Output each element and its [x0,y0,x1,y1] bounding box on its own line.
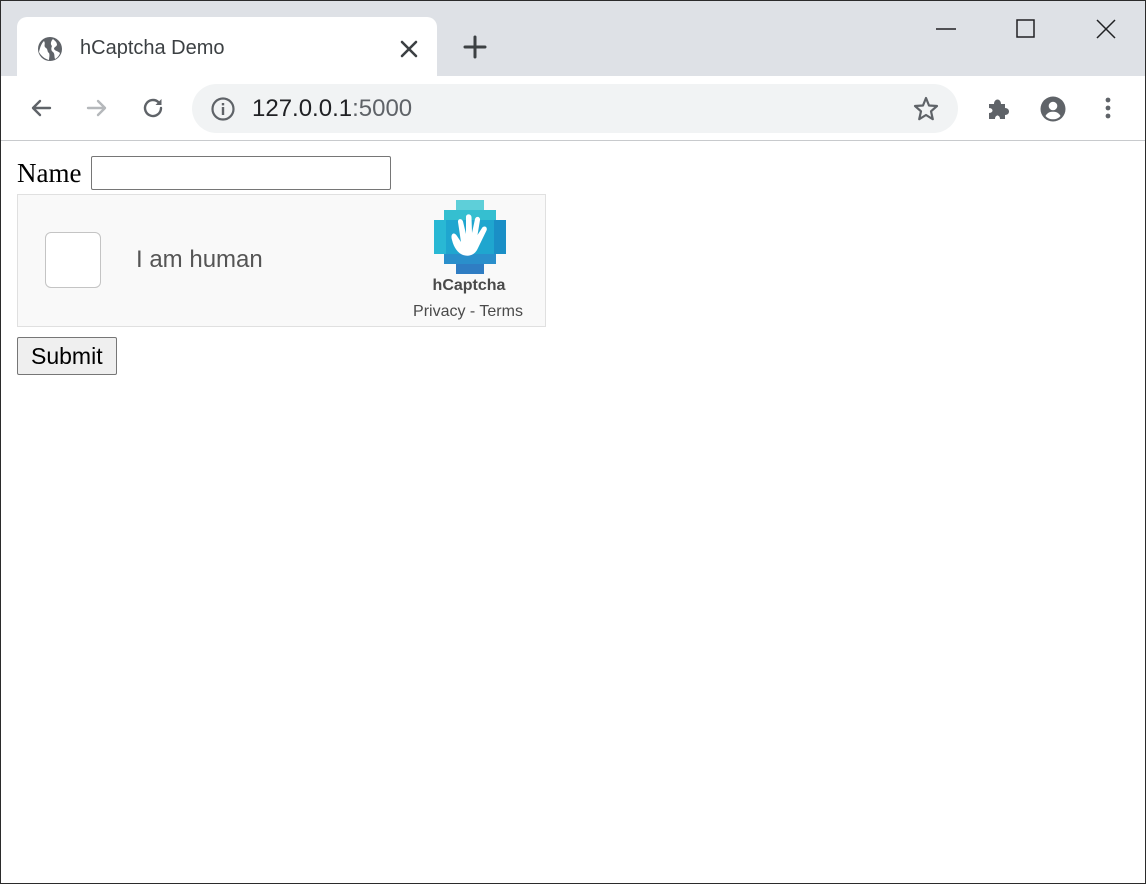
address-bar[interactable]: 127.0.0.1:5000 [192,84,958,133]
minimize-button[interactable] [916,9,976,49]
human-checkbox[interactable] [45,232,101,288]
url-text: 127.0.0.1:5000 [252,95,412,123]
url-host: 127.0.0.1 [252,95,353,122]
extensions-button[interactable] [977,88,1017,128]
maximize-icon [1016,19,1035,38]
forward-button[interactable] [77,88,117,128]
hcaptcha-brand-text: hCaptcha [432,277,506,294]
close-window-button[interactable] [1076,9,1136,49]
hcaptcha-logo-icon [434,200,506,274]
link-separator: - [465,303,480,320]
globe-icon [38,37,62,61]
menu-button[interactable] [1088,88,1128,128]
maximize-button[interactable] [996,9,1056,49]
terms-link[interactable]: Terms [479,303,523,320]
close-tab-icon[interactable] [397,37,421,61]
close-window-icon [1096,19,1116,39]
reload-button[interactable] [133,88,173,128]
forward-arrow-icon [86,99,107,117]
tab-hcaptcha-demo[interactable]: hCaptcha Demo [17,17,437,76]
kebab-menu-icon [1105,97,1111,119]
info-icon[interactable] [210,96,236,122]
reload-icon [143,98,163,118]
back-arrow-icon [31,99,52,117]
tab-title: hCaptcha Demo [80,37,225,59]
name-input[interactable] [91,156,391,190]
puzzle-piece-icon [989,99,1009,119]
minimize-icon [936,28,956,30]
account-avatar-icon [1040,96,1066,122]
bookmark-star-icon[interactable] [912,95,940,123]
privacy-link[interactable]: Privacy [413,303,465,320]
hcaptcha-widget: I am human hCaptcha Privacy - Terms [17,194,546,327]
submit-button[interactable]: Submit [17,337,117,375]
checkbox-label: I am human [136,246,263,273]
page-content: Name I am human hCaptcha Privacy - Terms… [1,141,1145,883]
new-tab-icon[interactable] [461,33,489,61]
profile-button[interactable] [1032,88,1072,128]
tab-strip: hCaptcha Demo [1,1,1145,76]
browser-window: hCaptcha Demo 127.0.0.1:5000 Name I am h… [0,0,1146,884]
back-button[interactable] [21,88,61,128]
browser-toolbar: 127.0.0.1:5000 [1,76,1145,141]
captcha-links: Privacy - Terms [398,303,538,321]
url-port: :5000 [352,95,413,122]
name-label: Name [17,158,82,188]
